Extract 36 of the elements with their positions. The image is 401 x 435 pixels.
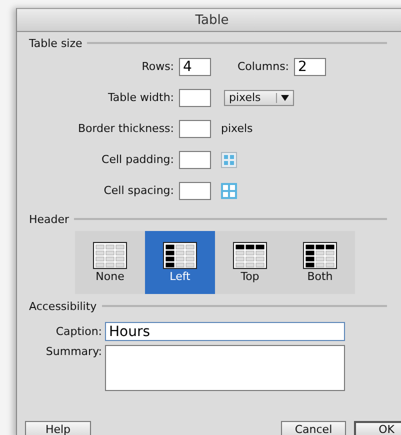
header-option[interactable]: Top	[215, 231, 285, 294]
grid-icon	[221, 182, 237, 198]
field-label: Border thickness:	[76, 122, 174, 135]
border-thickness-field[interactable]	[179, 120, 211, 138]
field-label: Summary:	[44, 345, 102, 358]
table-width-field[interactable]	[179, 88, 211, 106]
field-label: Caption:	[54, 325, 102, 338]
field-label: Cell spacing:	[102, 184, 174, 197]
section-heading: Table size	[29, 36, 82, 50]
rows-field[interactable]: 4	[179, 58, 211, 76]
unit-dropdown[interactable]: pixels	[224, 90, 294, 106]
caret-icon	[281, 94, 289, 100]
cell-padding-field[interactable]	[179, 150, 211, 168]
columns-field[interactable]: 2	[294, 58, 326, 76]
grid-icon	[221, 152, 237, 168]
summary-field[interactable]	[105, 345, 345, 391]
header-option[interactable]: Left	[145, 231, 215, 294]
field-label: Columns:	[236, 60, 289, 73]
header-option[interactable]: None	[75, 231, 145, 294]
header-option[interactable]: Both	[285, 231, 355, 294]
field-label: Rows:	[140, 60, 174, 73]
table-icon	[163, 242, 197, 269]
unit-label: pixels	[221, 122, 253, 135]
caption-field[interactable]: Hours	[105, 322, 345, 341]
window-title: Table	[195, 12, 229, 28]
table-icon	[93, 242, 127, 269]
ok-button[interactable]: OK	[354, 421, 401, 435]
table-icon	[303, 242, 337, 269]
field-label: Table width:	[107, 91, 174, 104]
help-button[interactable]: Help	[25, 421, 91, 435]
field-label: Cell padding:	[100, 153, 174, 166]
table-icon	[233, 242, 267, 269]
section-heading: Header	[29, 212, 70, 226]
cell-spacing-field[interactable]	[179, 182, 211, 200]
section-heading: Accessibility	[29, 300, 97, 312]
cancel-button[interactable]: Cancel	[281, 421, 346, 435]
